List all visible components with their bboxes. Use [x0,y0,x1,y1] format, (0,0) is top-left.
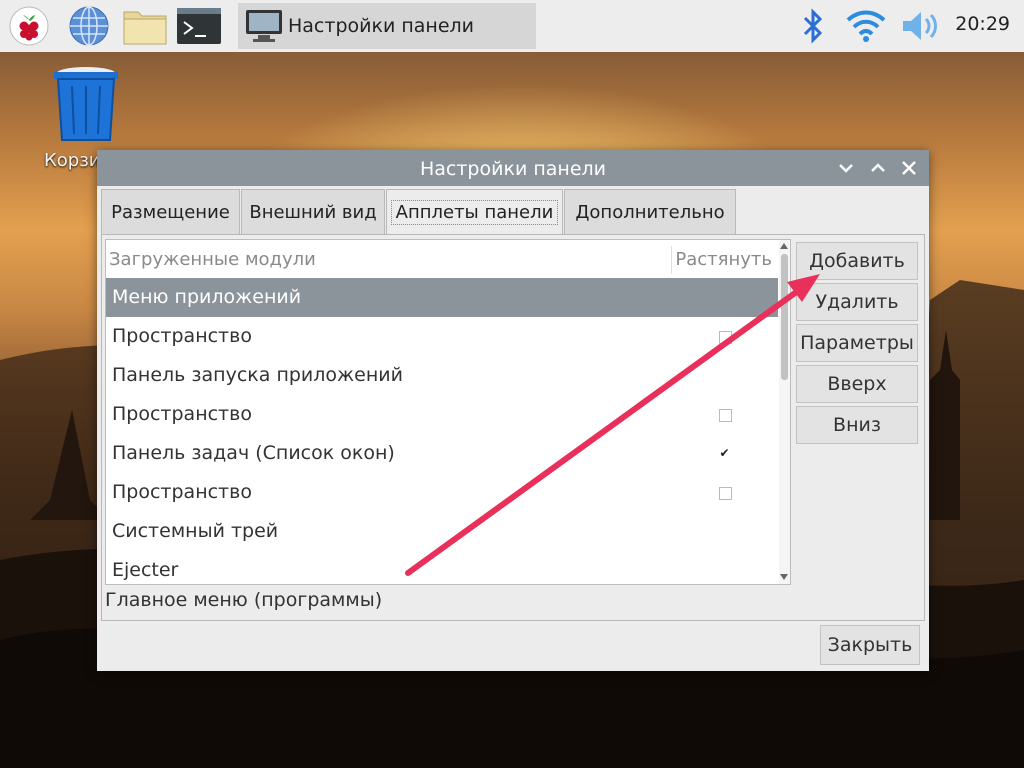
minimize-icon[interactable] [834,156,858,180]
applet-description: Главное меню (программы) [105,589,383,611]
file-manager-icon[interactable] [122,4,168,48]
terminal-icon[interactable] [176,4,222,48]
scroll-down-icon[interactable] [780,574,788,580]
volume-icon[interactable] [898,4,944,48]
close-button[interactable]: Закрыть [820,625,920,665]
scroll-up-icon[interactable] [780,243,788,249]
trash-icon[interactable] [44,62,128,150]
remove-button[interactable]: Удалить [796,283,918,321]
tab-placement[interactable]: Размещение [101,189,240,234]
list-item[interactable]: Меню приложений [106,278,778,317]
header-loaded-modules[interactable]: Загруженные модули [109,249,316,270]
stretch-checkbox[interactable] [719,331,732,344]
panel-settings-dialog: Настройки панели Размещение Внешний вид … [97,150,929,671]
header-stretch[interactable]: Растянуть [675,249,772,270]
stretch-checkbox[interactable] [719,409,732,422]
list-item[interactable]: Ejecter [106,551,778,584]
move-down-button[interactable]: Вниз [796,406,918,444]
dialog-title: Настройки панели [419,158,606,180]
stretch-checkbox-checked[interactable]: ✔ [719,447,730,459]
tab-advanced[interactable]: Дополнительно [564,189,736,234]
tab-appearance[interactable]: Внешний вид [241,189,385,234]
wifi-icon[interactable] [843,4,889,48]
list-item[interactable]: Системный трей [106,512,778,551]
list-item[interactable]: Пространство [106,473,778,512]
scroll-thumb[interactable] [781,254,788,380]
web-browser-icon[interactable] [66,4,112,48]
stretch-checkbox[interactable] [719,487,732,500]
list-item[interactable]: Панель задач (Список окон) ✔ [106,434,778,473]
move-up-button[interactable]: Вверх [796,365,918,403]
panel-settings-icon [244,8,284,48]
loaded-modules-list[interactable]: Загруженные модули Растянуть Меню прилож… [105,239,791,585]
maximize-icon[interactable] [866,156,890,180]
taskbar-window-button[interactable]: Настройки панели [238,3,536,49]
bluetooth-icon[interactable] [790,4,836,48]
top-panel: Настройки панели 20:29 [0,0,1024,52]
close-icon[interactable] [897,156,921,180]
list-item[interactable]: Пространство [106,317,778,356]
raspberry-menu-icon[interactable] [6,4,52,48]
add-button[interactable]: Добавить [796,242,918,280]
tab-panel-applets[interactable]: Апплеты панели [386,189,563,234]
taskbar-window-label: Настройки панели [288,15,475,37]
list-header: Загруженные модули Растянуть [106,240,778,278]
clock[interactable]: 20:29 [955,13,1010,35]
list-item[interactable]: Пространство [106,395,778,434]
dialog-titlebar[interactable]: Настройки панели [97,150,929,186]
list-item[interactable]: Панель запуска приложений [106,356,778,395]
list-scrollbar[interactable] [779,240,790,584]
params-button[interactable]: Параметры [796,324,918,362]
